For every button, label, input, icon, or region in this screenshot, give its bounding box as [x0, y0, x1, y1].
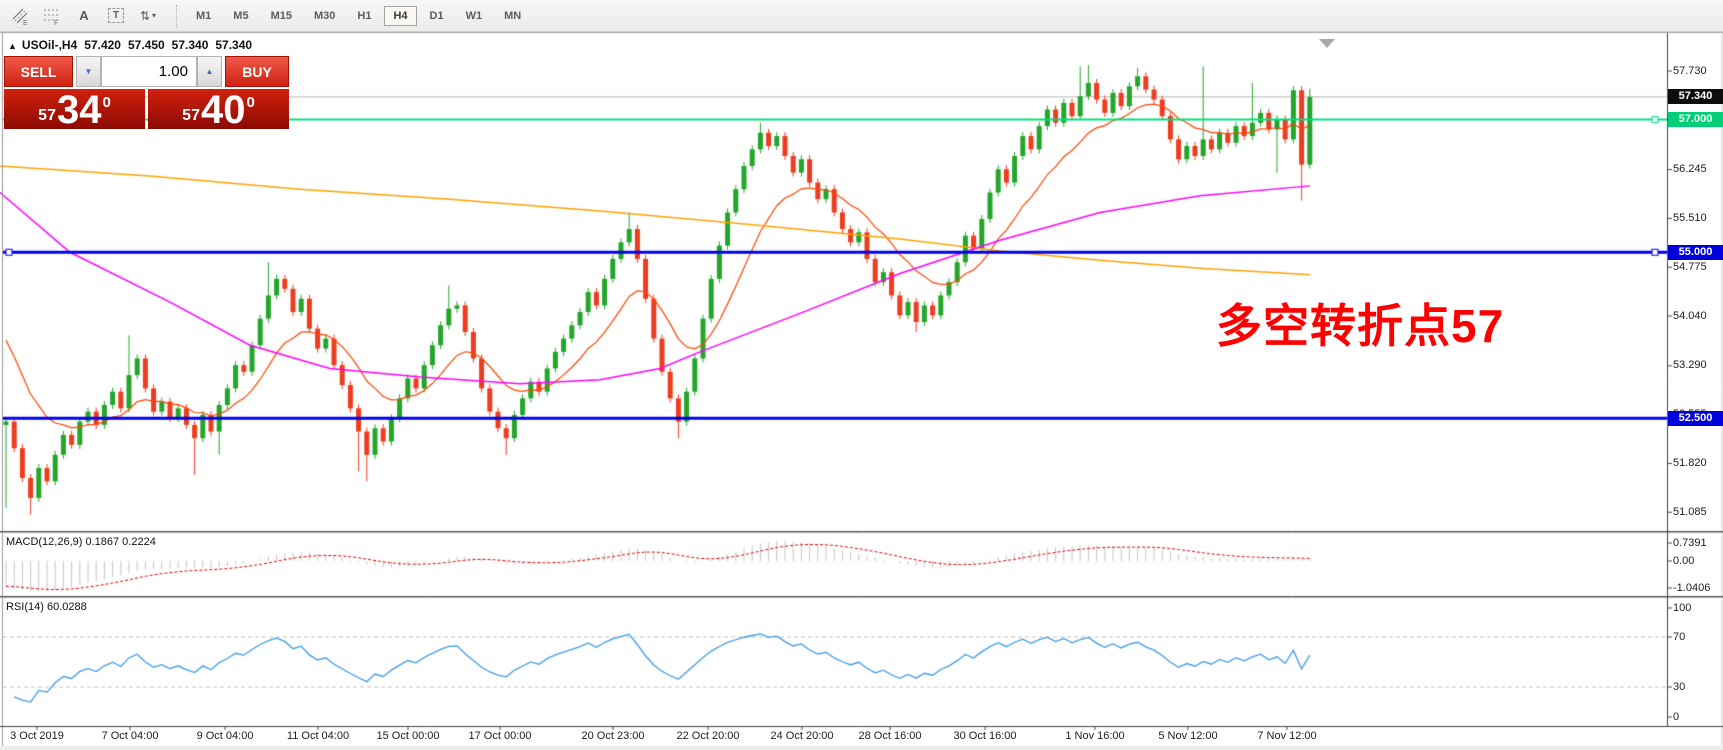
volume-down-button[interactable]: ▼ — [76, 56, 101, 87]
time-axis-label: 30 Oct 16:00 — [954, 730, 1017, 742]
sell-price-button[interactable]: 57 34 0 — [4, 89, 145, 129]
rsi-indicator-label: RSI(14) 60.0288 — [6, 601, 87, 613]
volume-input[interactable]: 1.00 — [101, 56, 197, 87]
timeframe-button-h4[interactable]: H4 — [384, 6, 416, 26]
macd-indicator-label: MACD(12,26,9) 0.1867 0.2224 — [6, 536, 156, 548]
sell-button[interactable]: SELL — [4, 56, 73, 87]
symbol-period-label: USOil-,H4 — [22, 38, 77, 52]
timeframe-button-m1[interactable]: M1 — [187, 6, 220, 26]
text-icon[interactable]: A — [70, 4, 98, 28]
quote-open: 57.420 — [84, 38, 121, 52]
price-axis-label: 51.820 — [1673, 457, 1707, 469]
quote-high: 57.450 — [128, 38, 165, 52]
one-click-trading-panel: SELL ▼ 1.00 ▲ BUY 57 34 0 57 40 0 — [4, 56, 289, 129]
price-axis-label: 54.775 — [1673, 261, 1707, 273]
buy-price-major: 57 — [182, 107, 200, 125]
timeframe-toolbar: M1M5M15M30H1H4D1W1MN — [185, 6, 532, 26]
macd-axis-label: 0.00 — [1673, 555, 1694, 567]
quote-low: 57.340 — [172, 38, 209, 52]
time-axis-label: 9 Oct 04:00 — [197, 730, 254, 742]
rsi-axis-label: 0 — [1673, 711, 1679, 723]
price-axis-label: 57.730 — [1673, 65, 1707, 77]
sell-price-pips: 34 — [57, 94, 102, 128]
svg-text:E: E — [23, 20, 28, 26]
quote-close: 57.340 — [215, 38, 252, 52]
rsi-axis-label: 70 — [1673, 631, 1685, 643]
time-axis-label: 17 Oct 00:00 — [469, 730, 532, 742]
macd-axis-label: -1.0406 — [1673, 582, 1710, 594]
price-axis-label: 53.290 — [1673, 359, 1707, 371]
line-studies-toolbar: E F AT⇅▾ — [6, 4, 166, 28]
time-axis-label: 7 Oct 04:00 — [102, 730, 159, 742]
volume-up-button[interactable]: ▲ — [197, 56, 222, 87]
time-axis-label: 28 Oct 16:00 — [859, 730, 922, 742]
fibonacci-retracement-icon[interactable]: F — [38, 4, 66, 28]
svg-text:F: F — [54, 20, 58, 26]
timeframe-button-m15[interactable]: M15 — [262, 6, 301, 26]
time-axis-label: 20 Oct 23:00 — [582, 730, 645, 742]
chart-shift-marker-icon[interactable] — [1319, 39, 1335, 48]
toolbar-separator — [176, 5, 177, 27]
blue-level-52.5-badge: 52.500 — [1668, 411, 1723, 426]
blue-level-55-badge: 55.000 — [1668, 245, 1723, 260]
timeframe-button-mn[interactable]: MN — [495, 6, 530, 26]
timeframe-button-w1[interactable]: W1 — [457, 6, 492, 26]
sell-price-major: 57 — [38, 107, 56, 125]
price-axis-label: 55.510 — [1673, 212, 1707, 224]
macd-axis-label: 0.7391 — [1673, 537, 1707, 549]
toolbar: E F AT⇅▾ M1M5M15M30H1H4D1W1MN — [0, 0, 1723, 32]
time-axis-label: 7 Nov 12:00 — [1257, 730, 1316, 742]
sell-price-point: 0 — [102, 94, 110, 111]
buy-button[interactable]: BUY — [225, 56, 289, 87]
buy-price-button[interactable]: 57 40 0 — [148, 89, 289, 129]
buy-price-point: 0 — [246, 94, 254, 111]
time-axis-label: 22 Oct 20:00 — [677, 730, 740, 742]
price-axis-label: 51.085 — [1673, 506, 1707, 518]
time-axis-label: 3 Oct 2019 — [10, 730, 64, 742]
time-axis-label: 11 Oct 04:00 — [287, 730, 349, 742]
current-price-badge: 57.340 — [1668, 89, 1723, 104]
rsi-axis-label: 100 — [1673, 602, 1691, 614]
rsi-axis-label: 30 — [1673, 681, 1685, 693]
timeframe-button-m5[interactable]: M5 — [224, 6, 257, 26]
arrows-icon[interactable]: ⇅▾ — [134, 4, 162, 28]
timeframe-button-d1[interactable]: D1 — [421, 6, 453, 26]
buy-price-pips: 40 — [201, 94, 246, 128]
time-axis-label: 24 Oct 20:00 — [771, 730, 834, 742]
collapse-panel-icon[interactable]: ▲ — [8, 41, 17, 51]
price-axis-label: 56.245 — [1673, 163, 1707, 175]
time-axis-label: 5 Nov 12:00 — [1158, 730, 1217, 742]
timeframe-button-m30[interactable]: M30 — [305, 6, 344, 26]
equidistant-channel-icon[interactable]: E — [6, 4, 34, 28]
text-label-icon[interactable]: T — [102, 4, 130, 28]
chart-text-annotation[interactable]: 多空转折点57 — [1216, 303, 1504, 349]
green-level-badge: 57.000 — [1668, 112, 1723, 127]
timeframe-button-h1[interactable]: H1 — [348, 6, 380, 26]
price-axis-label: 54.040 — [1673, 310, 1707, 322]
quote-header: ▲ USOil-,H4 57.420 57.450 57.340 57.340 — [8, 38, 252, 52]
mt4-chart-window: E F AT⇅▾ M1M5M15M30H1H4D1W1MN ▲ USOil-,H4 … — [0, 0, 1723, 750]
time-axis-label: 1 Nov 16:00 — [1065, 730, 1124, 742]
time-axis-label: 15 Oct 00:00 — [377, 730, 440, 742]
